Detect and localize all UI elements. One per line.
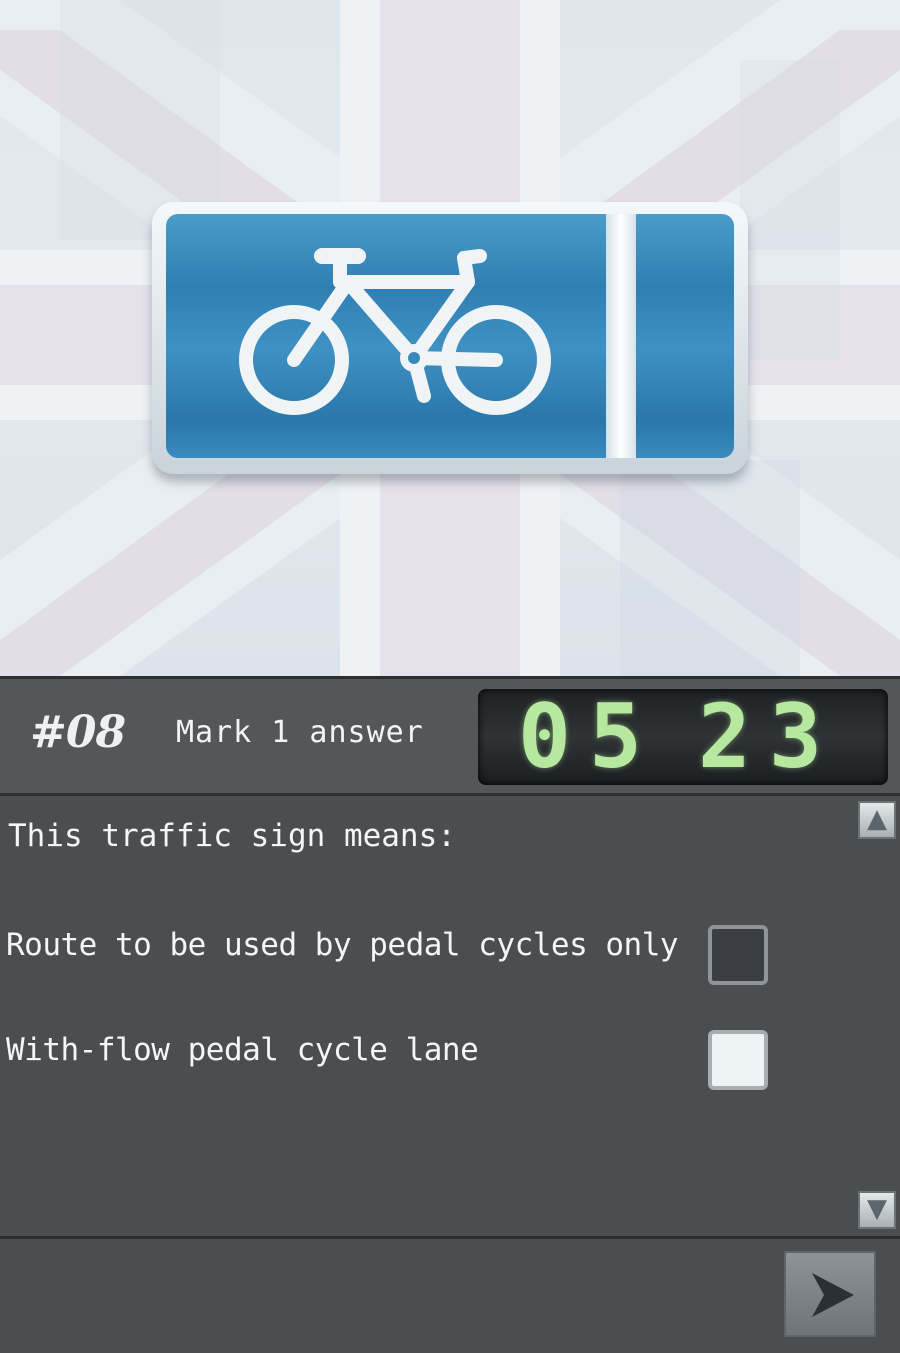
question-header: #08 Mark 1 answer 05 23 [0,679,900,796]
scroll-down-button[interactable]: ▼ [858,1191,896,1229]
sign-face [166,214,734,458]
scroll-up-button[interactable]: ▲ [858,801,896,839]
answer-option[interactable]: Route to be used by pedal cycles only [0,921,860,991]
lane-divider-bar [606,214,636,458]
timer-minutes: 05 [518,685,660,788]
bicycle-icon [239,248,551,415]
question-number: #08 [30,707,126,758]
question-text: This traffic sign means: [8,818,456,854]
answer-label: With-flow pedal cycle lane [6,1032,479,1068]
timer-seconds: 23 [698,685,840,788]
cycle-route-sign [152,202,748,474]
answer-checkbox[interactable] [708,1030,768,1090]
countdown-timer: 05 23 [478,689,888,785]
chevron-down-icon: ▼ [867,1194,887,1224]
chevron-up-icon: ▲ [867,804,887,834]
next-button[interactable] [784,1251,876,1337]
top-screen [0,0,900,676]
answer-label: Route to be used by pedal cycles only [6,927,679,963]
question-content: This traffic sign means: Route to be use… [0,796,900,1236]
answer-checkbox[interactable] [708,925,768,985]
footer-divider [0,1236,900,1239]
answer-option[interactable]: With-flow pedal cycle lane [0,1026,860,1096]
bottom-screen: #08 Mark 1 answer 05 23 This traffic sig… [0,676,900,1353]
mark-instruction: Mark 1 answer [176,715,424,750]
arrow-right-icon [812,1273,854,1317]
